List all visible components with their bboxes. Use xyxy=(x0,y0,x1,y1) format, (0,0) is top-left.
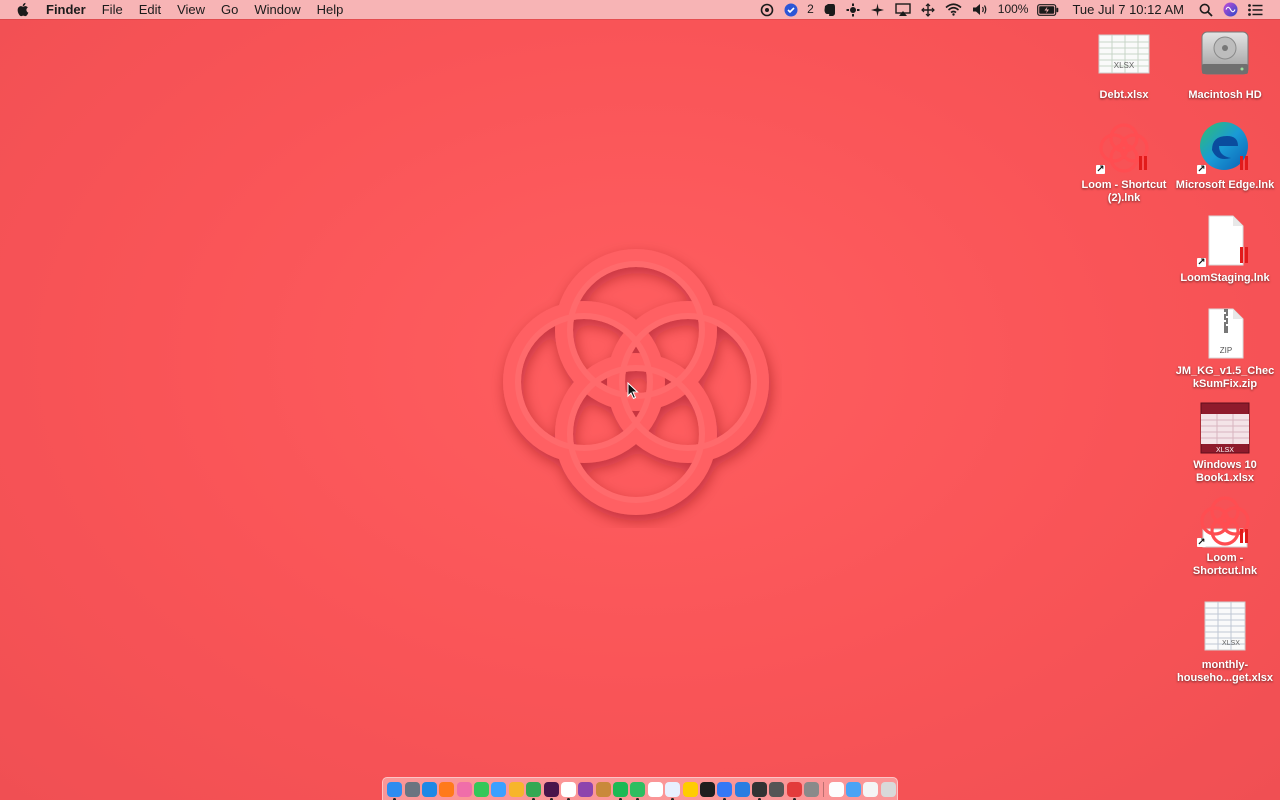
notification-center-icon[interactable] xyxy=(1248,0,1263,19)
xlsx-icon: XLSX xyxy=(1096,30,1152,86)
desktop-icon-loomstaging[interactable]: ↗ LoomStaging.lnk xyxy=(1177,213,1273,285)
menu-window[interactable]: Window xyxy=(246,0,308,19)
desktop-icon-checksumfix-zip[interactable]: ZIP JM_KG_v1.5_CheckSumFix.zip xyxy=(1175,306,1275,391)
dock-notion-icon[interactable] xyxy=(560,781,576,800)
xlsx-badge: XLSX xyxy=(1222,640,1240,647)
notification-badge-icon[interactable] xyxy=(784,0,798,19)
dock-safari-icon[interactable] xyxy=(421,781,437,797)
menu-edit[interactable]: Edit xyxy=(131,0,169,19)
loom-icon: ↗ xyxy=(1096,120,1152,176)
dock-terminal-icon[interactable] xyxy=(699,781,715,797)
dock-system-prefs-icon[interactable] xyxy=(804,781,820,797)
desktop-icon-loom-shortcut-2[interactable]: ↗ Loom - Shortcut (2).lnk xyxy=(1076,120,1172,205)
desktop-icon-label: Debt.xlsx xyxy=(1099,89,1149,101)
plane-icon[interactable] xyxy=(870,0,885,19)
dock-calendar-icon[interactable] xyxy=(647,781,663,797)
dock-monitor-icon[interactable] xyxy=(717,781,733,800)
clock[interactable]: Tue Jul 7 10:12 AM xyxy=(1072,0,1184,19)
mouse-cursor-icon xyxy=(627,382,639,400)
dock-screenshot-icon[interactable] xyxy=(769,781,785,797)
volume-icon[interactable] xyxy=(972,0,989,19)
dock-mail-icon[interactable] xyxy=(491,781,507,797)
loom-status-icon[interactable] xyxy=(760,0,774,19)
desktop-icon-monthly-household-budget[interactable]: XLSX monthly-househo...get.xlsx xyxy=(1177,600,1273,685)
desktop-icon-label: Macintosh HD xyxy=(1188,89,1262,101)
desktop-icon-loom-shortcut[interactable]: ↗ Loom - Shortcut.lnk xyxy=(1177,493,1273,578)
dock-itunes-icon[interactable] xyxy=(456,781,472,797)
dock-activity-icon[interactable] xyxy=(752,781,768,800)
dock-squirrel-icon[interactable] xyxy=(595,781,611,797)
menu-bar: Finder File Edit View Go Window Help 2 1… xyxy=(0,0,1280,19)
search-icon[interactable] xyxy=(1199,0,1213,19)
dock-messages-icon[interactable] xyxy=(474,781,490,797)
desktop-icon-label: Loom - Shortcut.lnk xyxy=(1192,552,1258,577)
xlsx-badge: XLSX xyxy=(1114,61,1135,70)
alias-arrow-icon: ↗ xyxy=(1197,257,1206,268)
zip-icon: ZIP xyxy=(1197,306,1253,362)
dock-trash-icon[interactable] xyxy=(880,781,896,797)
dock-windows-icon[interactable] xyxy=(734,781,750,797)
desktop-icon-label: Loom - Shortcut (2).lnk xyxy=(1081,179,1167,204)
desktop-icon-label: LoomStaging.lnk xyxy=(1180,272,1270,284)
dock-chrome-icon[interactable] xyxy=(526,781,542,800)
evernote-status-icon[interactable] xyxy=(823,0,836,19)
zip-badge: ZIP xyxy=(1220,346,1232,355)
siri-icon[interactable] xyxy=(1223,0,1238,19)
airplay-icon[interactable] xyxy=(895,0,911,19)
alias-arrow-icon: ↗ xyxy=(1197,164,1206,175)
xlsx-icon: XLSX xyxy=(1197,600,1253,656)
xlsx-badge: XLSX xyxy=(1216,447,1234,454)
hard-drive-icon xyxy=(1197,30,1253,86)
desktop-icon-debt-xlsx[interactable]: XLSX Debt.xlsx xyxy=(1076,30,1172,102)
gear-status-icon[interactable] xyxy=(846,0,860,19)
dock-todo-icon[interactable] xyxy=(665,781,681,800)
xlsx-icon: XLSX xyxy=(1197,400,1253,456)
dock-separator xyxy=(823,781,825,797)
dock-spotify-icon[interactable] xyxy=(613,781,629,800)
dock-tips-icon[interactable] xyxy=(682,781,698,797)
desktop-icon-macintosh-hd[interactable]: Macintosh HD xyxy=(1177,30,1273,102)
dock-finder-icon[interactable] xyxy=(387,781,403,800)
desktop-icon-label: JM_KG_v1.5_CheckSumFix.zip xyxy=(1175,365,1275,390)
notification-count: 2 xyxy=(807,2,814,16)
document-icon: ↗ xyxy=(1197,213,1253,269)
menu-view[interactable]: View xyxy=(169,0,213,19)
move-icon[interactable] xyxy=(920,0,935,19)
dock-launchpad-icon[interactable] xyxy=(404,781,420,797)
alias-arrow-icon: ↗ xyxy=(1096,164,1105,175)
wifi-icon[interactable] xyxy=(945,0,962,19)
dock-downloads-folder-icon[interactable] xyxy=(845,781,861,797)
desktop-icon-label: monthly-househo...get.xlsx xyxy=(1177,659,1273,684)
alias-arrow-icon: ↗ xyxy=(1197,537,1206,548)
dock-loom-dock-icon[interactable] xyxy=(786,781,802,800)
apple-icon[interactable] xyxy=(0,0,44,19)
edge-icon: ↗ xyxy=(1197,120,1253,176)
loom-icon: ↗ xyxy=(1197,493,1253,549)
dock-photos-icon[interactable] xyxy=(508,781,524,797)
dock-files-stack-icon[interactable] xyxy=(863,781,879,797)
menu-file[interactable]: File xyxy=(94,0,131,19)
desktop-icon-microsoft-edge[interactable]: ↗ Microsoft Edge.lnk xyxy=(1175,120,1275,192)
desktop-icon-windows-10-book1[interactable]: XLSX Windows 10 Book1.xlsx xyxy=(1177,400,1273,485)
battery-icon[interactable] xyxy=(1037,0,1059,19)
dock-firefox-icon[interactable] xyxy=(439,781,455,797)
dock-slack-icon[interactable] xyxy=(543,781,559,800)
dock-documents-folder-icon[interactable] xyxy=(828,781,844,797)
menu-finder[interactable]: Finder xyxy=(44,0,94,19)
dock xyxy=(382,777,898,800)
dock-podcast-icon[interactable] xyxy=(578,781,594,797)
dock-evernote-icon[interactable] xyxy=(630,781,646,800)
battery-percent: 100% xyxy=(997,2,1029,16)
menu-go[interactable]: Go xyxy=(213,0,246,19)
desktop-icon-label: Microsoft Edge.lnk xyxy=(1175,179,1275,191)
desktop-icon-label: Windows 10 Book1.xlsx xyxy=(1193,459,1257,484)
menu-help[interactable]: Help xyxy=(309,0,352,19)
